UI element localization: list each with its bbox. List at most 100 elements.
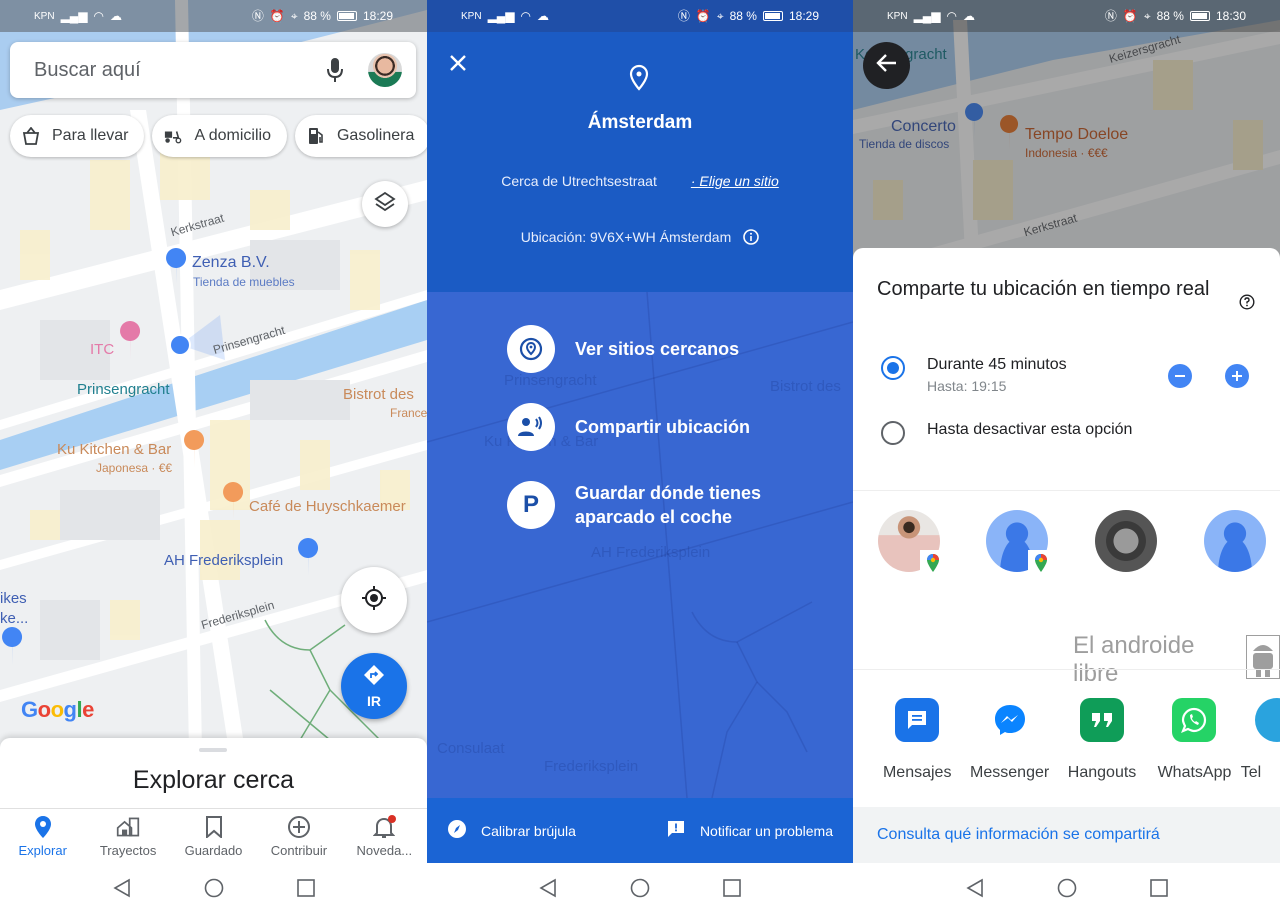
- action-label: Ver sitios cercanos: [575, 339, 740, 359]
- carrier-label: KPN: [34, 10, 55, 22]
- decrease-duration-button[interactable]: [1168, 364, 1192, 388]
- nfc-icon: Ⓝ: [677, 9, 690, 23]
- poi-label-cafe[interactable]: Café de Huyschkaemer: [249, 498, 406, 515]
- mic-icon[interactable]: [320, 55, 350, 85]
- chip-delivery[interactable]: A domicilio: [152, 115, 287, 157]
- wifi-icon: ◠: [946, 9, 958, 23]
- location-pin-icon: [627, 64, 651, 97]
- maps-explore-screen: Kerkstraat Zenza B.V. Tienda de muebles …: [0, 0, 427, 913]
- calibrate-compass-button[interactable]: Calibrar brújula: [447, 819, 576, 842]
- calibrate-label: Calibrar brújula: [481, 822, 576, 839]
- poi-label-bistrot[interactable]: Bistrot des: [343, 386, 414, 403]
- nav-tab-explore[interactable]: Explorar: [0, 809, 85, 863]
- bottom-navigation: Explorar Trayectos Guardado Contribuir N…: [0, 808, 427, 863]
- back-nav-icon[interactable]: [538, 878, 558, 898]
- share-location-action[interactable]: Compartir ubicación: [507, 403, 750, 451]
- watermark: El androide libre: [1073, 632, 1280, 688]
- system-nav-bar: [0, 863, 427, 913]
- recents-nav-icon[interactable]: [296, 878, 316, 898]
- poi-label-zenza[interactable]: Zenza B.V.: [192, 254, 270, 272]
- share-app-messages[interactable]: Mensajes: [871, 698, 963, 782]
- contact-4[interactable]: [1204, 510, 1266, 572]
- chip-gas-station[interactable]: Gasolinera: [294, 115, 427, 157]
- cloud-icon: ☁: [537, 9, 550, 23]
- save-parking-action[interactable]: P Guardar dónde tienes aparcado el coche: [507, 481, 795, 529]
- option-label: Durante 45 minutos: [927, 356, 1067, 373]
- poi-label-ah[interactable]: AH Frederiksplein: [164, 552, 283, 569]
- info-icon[interactable]: [743, 229, 760, 245]
- battery-icon: [1189, 11, 1210, 21]
- battery-percent: 88 %: [303, 9, 331, 23]
- poi-sub-ku: Japonesa · €€: [96, 461, 173, 475]
- nav-tab-contribute[interactable]: Contribuir: [256, 809, 341, 863]
- sheet-title: Explorar cerca: [132, 766, 295, 794]
- contact-3[interactable]: [1095, 510, 1157, 572]
- faded-map-label: Prinsengracht: [504, 372, 597, 389]
- poi-label-ku[interactable]: Ku Kitchen & Bar: [57, 441, 171, 458]
- back-button[interactable]: [863, 42, 910, 89]
- chip-label: A domicilio: [194, 127, 271, 144]
- explore-pin-icon: [31, 815, 55, 839]
- nearby-row: Cerca de Utrechtsestraat · Elige un siti…: [427, 173, 853, 189]
- search-input[interactable]: Buscar aquí: [34, 59, 320, 82]
- directions-label: IR: [367, 692, 381, 709]
- radio-unselected[interactable]: [881, 421, 905, 445]
- share-app-messenger[interactable]: Messenger: [963, 698, 1055, 782]
- home-nav-icon[interactable]: [204, 878, 224, 898]
- my-location-button[interactable]: [341, 567, 407, 633]
- action-label: Guardar dónde tienes aparcado el coche: [575, 483, 762, 527]
- nav-label: Contribuir: [270, 842, 328, 858]
- transit-label[interactable]: Prinsengracht: [77, 381, 170, 398]
- nav-tab-saved[interactable]: Guardado: [171, 809, 256, 863]
- help-icon[interactable]: [1239, 294, 1255, 310]
- nearby-places-action[interactable]: Ver sitios cercanos: [507, 325, 739, 373]
- near-street: Cerca de Utrechtsestraat: [501, 173, 657, 189]
- directions-button[interactable]: IR: [341, 653, 407, 719]
- location-icon: ⌖: [1143, 9, 1151, 23]
- share-app-hangouts[interactable]: Hangouts: [1056, 698, 1148, 782]
- poi-sub-bistrot: France: [390, 406, 427, 420]
- option-until-off[interactable]: Hasta desactivar esta opción: [881, 421, 1132, 445]
- option-duration[interactable]: Durante 45 minutos Hasta: 19:15: [881, 356, 1067, 394]
- choose-place-link[interactable]: · Elige un sitio: [691, 173, 779, 189]
- user-avatar[interactable]: [368, 53, 402, 87]
- home-nav-icon[interactable]: [1057, 878, 1077, 898]
- nav-tab-updates[interactable]: Noveda...: [342, 809, 427, 863]
- recents-nav-icon[interactable]: [1149, 878, 1169, 898]
- bookmark-icon: [202, 815, 226, 839]
- home-nav-icon[interactable]: [630, 878, 650, 898]
- explore-sheet[interactable]: Explorar cerca: [0, 738, 427, 808]
- actions-overlay: Prinsengracht Bistrot des Ku Kitchen & B…: [427, 292, 853, 798]
- search-bar[interactable]: Buscar aquí: [10, 42, 416, 98]
- sheet-drag-handle[interactable]: [199, 748, 227, 752]
- consult-shared-info-link[interactable]: Consulta qué información se compartirá: [853, 807, 1280, 863]
- contact-1[interactable]: [878, 510, 946, 576]
- alarm-icon: ⏰: [269, 9, 285, 23]
- messages-icon: [895, 698, 940, 742]
- share-location-screen: Keizersgracht Keizersgracht Concerto Tie…: [853, 0, 1280, 913]
- city-name: Ámsterdam: [587, 112, 693, 133]
- report-problem-button[interactable]: Notificar un problema: [666, 819, 833, 842]
- poi-label-bikes[interactable]: ikes: [0, 590, 27, 607]
- poi-label-bikes-2: ke...: [0, 610, 29, 627]
- contact-2[interactable]: [986, 510, 1054, 576]
- back-nav-icon[interactable]: [112, 878, 132, 898]
- layers-button[interactable]: [362, 181, 408, 227]
- close-icon[interactable]: [447, 52, 473, 78]
- recents-nav-icon[interactable]: [722, 878, 742, 898]
- carrier-label: KPN: [461, 10, 482, 22]
- nav-tab-commute[interactable]: Trayectos: [85, 809, 170, 863]
- divider: [853, 490, 1280, 491]
- back-nav-icon[interactable]: [965, 878, 985, 898]
- faded-map-label: AH Frederiksplein: [591, 544, 711, 561]
- share-apps-row: Mensajes Messenger Hangouts WhatsApp Tel: [853, 698, 1280, 782]
- share-app-whatsapp[interactable]: WhatsApp: [1148, 698, 1240, 782]
- radio-selected[interactable]: [881, 356, 905, 380]
- share-app-telegram[interactable]: Tel: [1241, 698, 1280, 782]
- chip-takeout[interactable]: Para llevar: [10, 115, 145, 157]
- delivery-icon: [164, 127, 182, 145]
- gas-station-icon: [307, 127, 325, 145]
- status-bar: KPN ▂▄▆ ◠ ☁ Ⓝ ⏰ ⌖ 88 % 18:29: [427, 0, 853, 32]
- increase-duration-button[interactable]: [1225, 364, 1249, 388]
- poi-label-itc[interactable]: ITC: [90, 341, 114, 358]
